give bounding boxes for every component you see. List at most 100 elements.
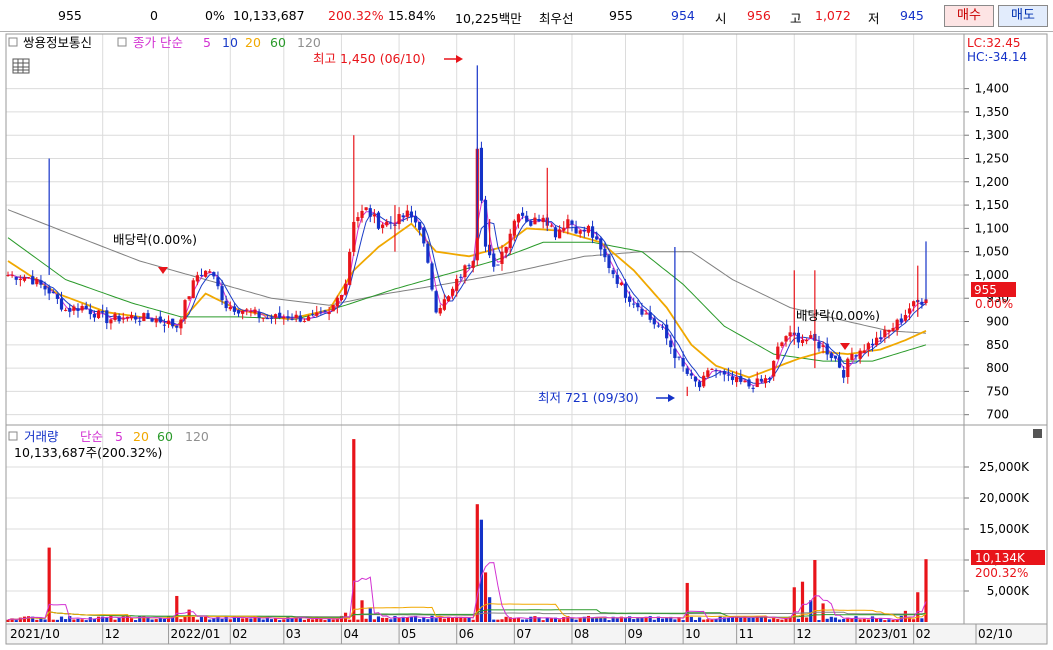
- volume-pane-toggle-icon[interactable]: [8, 431, 18, 441]
- volume-bar: [228, 619, 232, 622]
- candle-body: [315, 312, 319, 316]
- volume-tick-label: 5,000K: [987, 584, 1030, 598]
- x-axis-label: 02: [232, 627, 247, 641]
- x-axis-label: 09: [627, 627, 642, 641]
- volume-bar: [393, 616, 397, 622]
- table-view-icon[interactable]: [12, 58, 30, 74]
- candle-body: [697, 381, 702, 388]
- volume-bar: [862, 618, 866, 622]
- volume-bar: [249, 618, 253, 622]
- indicator-toggle-icon[interactable]: [117, 37, 127, 47]
- candle-body: [520, 212, 525, 216]
- candle-body: [51, 292, 55, 294]
- candle-body: [368, 208, 372, 217]
- x-axis-label: 07: [516, 627, 531, 641]
- lc-label: LC:32.45: [967, 36, 1020, 50]
- candle-body: [912, 301, 916, 307]
- volume-bar: [368, 608, 372, 622]
- buy-button[interactable]: 매수: [944, 5, 994, 27]
- candle-body: [236, 310, 241, 314]
- volume-bar: [224, 616, 228, 622]
- volume-bar: [697, 617, 702, 622]
- volume-bar: [269, 619, 274, 622]
- high-arrow-icon: [456, 55, 463, 63]
- candle-body: [677, 356, 681, 358]
- candle-body: [805, 339, 809, 342]
- volume-bar: [426, 619, 430, 622]
- volume-bar: [500, 619, 504, 622]
- volume-bar: [434, 618, 438, 622]
- volume-bar: [80, 619, 84, 622]
- candle-body: [397, 214, 401, 225]
- volume-bar: [372, 619, 376, 622]
- high-annotation: 최고 1,450 (06/10): [313, 51, 426, 66]
- candle-body: [265, 318, 269, 320]
- volume-bar: [739, 617, 743, 622]
- volume-bar: [323, 620, 327, 622]
- candle-body: [763, 378, 768, 384]
- candle-body: [459, 276, 463, 278]
- candle-body: [220, 286, 224, 301]
- volume-bar: [319, 618, 323, 622]
- candle-body: [249, 311, 253, 313]
- candle-body: [743, 381, 747, 383]
- candle-body: [541, 217, 545, 223]
- quote-volume-ratio: 200.32%: [328, 8, 384, 23]
- candle-body: [245, 309, 249, 311]
- volume-bar: [767, 619, 772, 622]
- price-tick-label: 1,000: [975, 268, 1009, 282]
- volume-bar: [76, 618, 80, 622]
- candle-body: [278, 312, 282, 318]
- price-pane-toggle-icon[interactable]: [8, 37, 18, 47]
- candle-body: [899, 318, 903, 323]
- volume-bar: [702, 619, 706, 622]
- candle-body: [669, 340, 673, 348]
- volume-tick-label: 25,000K: [979, 460, 1030, 474]
- candle-body: [870, 343, 875, 346]
- candle-body: [866, 343, 870, 350]
- volume-bar: [924, 559, 928, 622]
- candle-body: [693, 376, 698, 382]
- volume-bar: [220, 618, 224, 622]
- best-bid-label: 최우선: [539, 11, 574, 26]
- volume-bar: [837, 619, 842, 622]
- candle-body: [134, 316, 138, 320]
- candle-body: [492, 253, 496, 267]
- candle-body: [603, 248, 607, 258]
- x-axis-label: 10: [685, 627, 700, 641]
- volume-bar: [51, 619, 55, 622]
- candle-body: [117, 315, 121, 322]
- sell-button[interactable]: 매도: [998, 5, 1048, 27]
- candle-body: [887, 329, 891, 332]
- candle-body: [735, 377, 739, 383]
- candle-body: [875, 337, 879, 346]
- candle-body: [14, 276, 18, 280]
- x-axis-label: 2022/01: [171, 627, 221, 641]
- volume-bar: [735, 617, 739, 622]
- candle-body: [442, 299, 446, 310]
- candle-body: [854, 355, 858, 357]
- volume-pane-close-icon[interactable]: [1033, 429, 1042, 438]
- candle-body: [203, 270, 208, 277]
- candle-body: [619, 282, 623, 285]
- candle-body: [6, 275, 10, 277]
- ma60-label: 60: [270, 35, 286, 50]
- candle-body: [537, 219, 541, 222]
- candle-body: [574, 226, 578, 234]
- quote-volume: 10,133,687: [233, 8, 305, 23]
- candle-body: [710, 368, 714, 370]
- volume-bar: [776, 619, 780, 622]
- ma5-label: 5: [203, 35, 211, 50]
- volume-bar: [282, 619, 286, 622]
- volume-bar: [706, 619, 710, 622]
- candle-body: [529, 220, 533, 226]
- ma5-line: [7, 197, 927, 387]
- volume-bar: [18, 617, 22, 622]
- x-axis-label: 03: [286, 627, 301, 641]
- ma20-label: 20: [245, 35, 261, 50]
- volume-bar: [866, 619, 870, 622]
- candle-body: [269, 317, 274, 319]
- candle-body: [348, 251, 352, 285]
- candle-body: [772, 360, 776, 377]
- candle-body: [418, 222, 422, 230]
